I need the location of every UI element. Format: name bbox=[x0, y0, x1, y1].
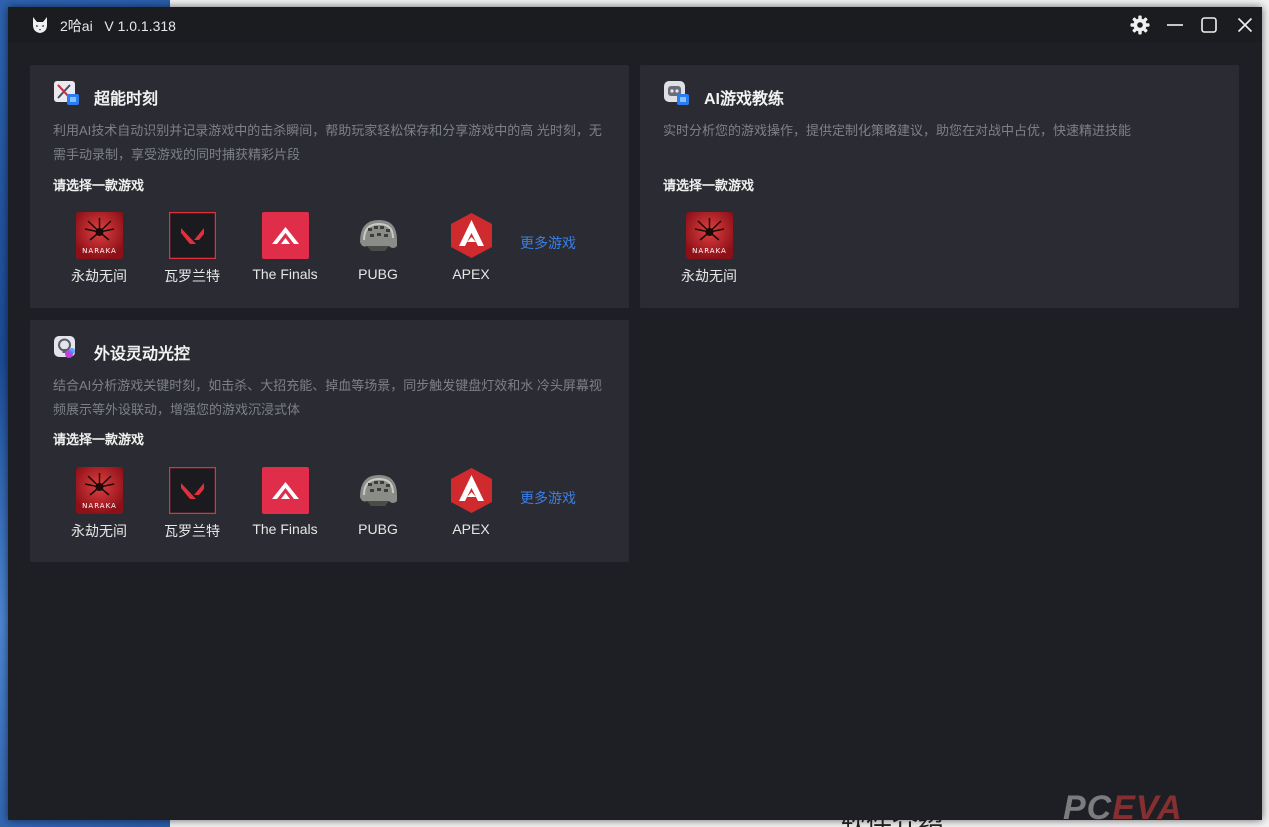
game-label: PUBG bbox=[358, 266, 398, 282]
game-label: 瓦罗兰特 bbox=[164, 523, 220, 539]
game-naraka[interactable]: NARAKA 永劫无间 bbox=[53, 467, 145, 542]
peripheral-light-icon bbox=[54, 336, 75, 358]
the-finals-icon bbox=[262, 212, 309, 259]
game-label: APEX bbox=[452, 521, 490, 537]
game-label: 瓦罗兰特 bbox=[164, 268, 220, 284]
game-label: 永劫无间 bbox=[71, 268, 127, 284]
game-naraka[interactable]: NARAKA 永劫无间 bbox=[53, 212, 145, 287]
game-label: 永劫无间 bbox=[681, 268, 737, 284]
select-game-prompt: 请选择一款游戏 bbox=[53, 178, 145, 193]
naraka-icon: NARAKA bbox=[76, 467, 123, 514]
minimize-icon[interactable] bbox=[1163, 13, 1187, 37]
game-pubg[interactable]: PUBG bbox=[332, 467, 424, 542]
game-valorant[interactable]: 瓦罗兰特 bbox=[146, 212, 238, 287]
naraka-icon-text: NARAKA bbox=[82, 247, 117, 255]
naraka-icon-text: NARAKA bbox=[692, 247, 727, 255]
game-label: PUBG bbox=[358, 521, 398, 537]
settings-gear-icon[interactable] bbox=[1128, 13, 1152, 37]
game-label: The Finals bbox=[252, 521, 318, 537]
card-description: 实时分析您的游戏操作，提供定制化策略建议，助您在对战中占优，快速精进技能 bbox=[663, 123, 1132, 138]
game-label: APEX bbox=[452, 266, 490, 282]
game-label: The Finals bbox=[252, 266, 318, 282]
peripheral-light-card: 外设灵动光控 结合AI分析游戏关键时刻，如击杀、大招充能、掉血等场景，同步触发键… bbox=[30, 320, 629, 562]
card-title: 超能时刻 bbox=[94, 91, 159, 108]
ai-coach-icon bbox=[664, 81, 689, 105]
valorant-icon bbox=[169, 212, 216, 259]
select-game-prompt: 请选择一款游戏 bbox=[663, 178, 755, 193]
app-window: 2哈ai V 1.0.1.318 超能时刻 利用AI技术自动识别并记录游戏中的击… bbox=[8, 7, 1262, 820]
title-bar[interactable]: 2哈ai V 1.0.1.318 bbox=[8, 7, 1262, 42]
maximize-icon[interactable] bbox=[1197, 13, 1221, 37]
valorant-icon bbox=[169, 467, 216, 514]
app-title: 2哈ai V 1.0.1.318 bbox=[60, 18, 176, 34]
husky-logo-icon bbox=[33, 17, 47, 33]
the-finals-icon bbox=[262, 467, 309, 514]
game-list: NARAKA 永劫无间 bbox=[663, 212, 1223, 292]
game-the-finals[interactable]: The Finals bbox=[239, 212, 331, 287]
pceva-watermark: PCEVA bbox=[1063, 789, 1183, 827]
naraka-icon-text: NARAKA bbox=[82, 502, 117, 510]
close-icon[interactable] bbox=[1233, 13, 1257, 37]
naraka-icon: NARAKA bbox=[686, 212, 733, 259]
ai-coach-card: AI游戏教练 实时分析您的游戏操作，提供定制化策略建议，助您在对战中占优，快速精… bbox=[640, 65, 1239, 308]
game-apex[interactable]: APEX bbox=[425, 212, 517, 287]
card-description: 利用AI技术自动识别并记录游戏中的击杀瞬间，帮助玩家轻松保存和分享游戏中的高 光… bbox=[53, 123, 602, 162]
game-naraka[interactable]: NARAKA 永劫无间 bbox=[663, 212, 755, 287]
game-valorant[interactable]: 瓦罗兰特 bbox=[146, 467, 238, 542]
apex-icon bbox=[451, 213, 492, 258]
more-games-link[interactable]: 更多游戏 bbox=[520, 233, 576, 253]
highlight-moment-card: 超能时刻 利用AI技术自动识别并记录游戏中的击杀瞬间，帮助玩家轻松保存和分享游戏… bbox=[30, 65, 629, 308]
more-games-link[interactable]: 更多游戏 bbox=[520, 488, 576, 508]
pubg-helmet-icon bbox=[360, 475, 397, 506]
highlight-moment-icon bbox=[54, 81, 79, 105]
card-description: 结合AI分析游戏关键时刻，如击杀、大招充能、掉血等场景，同步触发键盘灯效和水 冷… bbox=[53, 378, 602, 417]
pubg-helmet-icon bbox=[360, 220, 397, 251]
apex-icon bbox=[451, 468, 492, 513]
game-pubg[interactable]: PUBG bbox=[332, 212, 424, 287]
card-title: AI游戏教练 bbox=[704, 91, 785, 108]
select-game-prompt: 请选择一款游戏 bbox=[53, 432, 145, 447]
game-the-finals[interactable]: The Finals bbox=[239, 467, 331, 542]
game-label: 永劫无间 bbox=[71, 523, 127, 539]
game-apex[interactable]: APEX bbox=[425, 467, 517, 542]
naraka-icon: NARAKA bbox=[76, 212, 123, 259]
card-title: 外设灵动光控 bbox=[94, 346, 191, 363]
